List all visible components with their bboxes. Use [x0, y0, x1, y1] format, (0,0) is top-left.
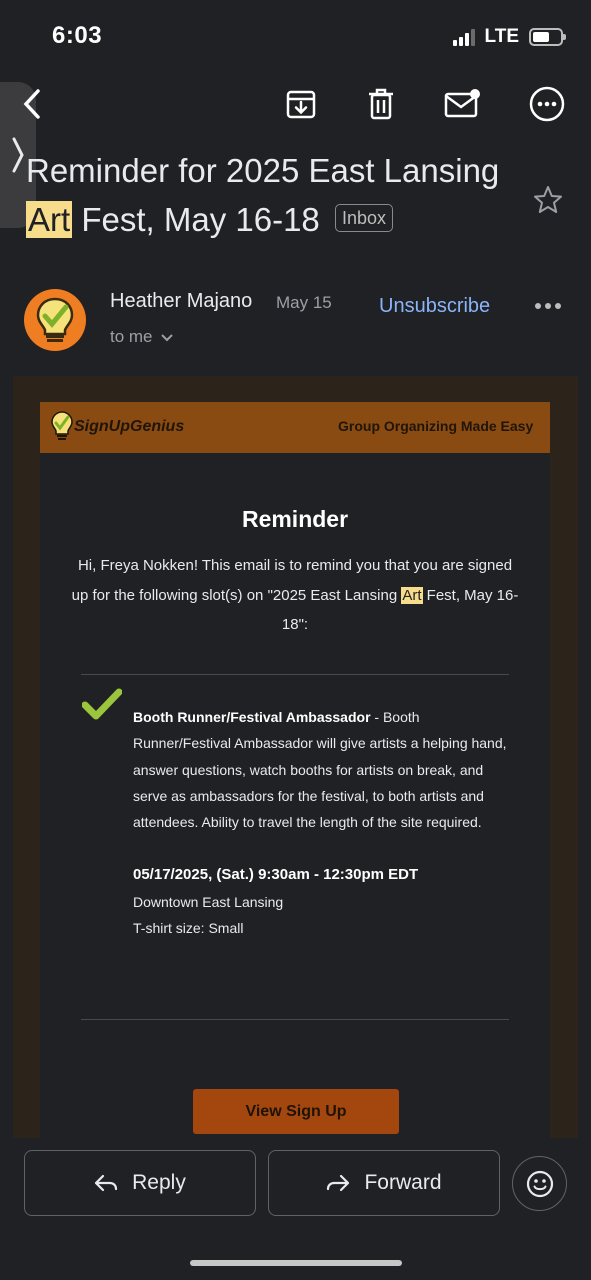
unsubscribe-link[interactable]: Unsubscribe: [379, 295, 490, 318]
mark-unread-icon: [444, 89, 480, 118]
back-chevron-icon: [23, 89, 40, 119]
more-options-icon: [529, 86, 565, 122]
emoji-reaction-button[interactable]: [512, 1156, 567, 1211]
lightbulb-logo-icon: [36, 297, 74, 342]
message-more-button[interactable]: [534, 295, 562, 322]
trash-icon: [369, 88, 393, 120]
forward-label: Forward: [364, 1171, 442, 1194]
subject-text-end: Fest, May 16-18: [72, 201, 320, 238]
reminder-intro: Hi, Freya Nokken! This email is to remin…: [70, 551, 520, 640]
status-indicators: LTE: [452, 26, 566, 48]
divider: [81, 1019, 509, 1020]
slot-tshirt-size: T-shirt size: Small: [133, 920, 244, 936]
signupgenius-logo-text: SignUpGenius: [74, 418, 185, 435]
star-button[interactable]: [532, 184, 564, 221]
forward-arrow-icon: [327, 1174, 350, 1192]
signal-icon: [452, 28, 475, 46]
subject-highlight: Art: [26, 201, 73, 238]
chevron-down-icon: [161, 334, 173, 342]
home-indicator[interactable]: [190, 1260, 402, 1266]
back-button[interactable]: [18, 84, 44, 124]
email-subject: Reminder for 2025 East Lansing Art Fest,…: [26, 146, 526, 244]
divider: [81, 674, 509, 675]
network-label: LTE: [484, 26, 519, 47]
reply-label: Reply: [132, 1171, 186, 1194]
brand-tagline: Group Organizing Made Easy: [338, 418, 534, 434]
star-icon: [534, 186, 562, 213]
battery-icon: [529, 28, 566, 46]
signupgenius-logo-icon: [51, 411, 73, 440]
intro-highlight: Art: [401, 586, 423, 604]
status-time: 6:03: [52, 22, 103, 49]
checkmark-icon: [82, 688, 122, 720]
view-signup-button[interactable]: View Sign Up: [193, 1089, 399, 1134]
sender-name[interactable]: Heather Majano: [110, 290, 252, 313]
slot-desc-text: - Booth Runner/Festival Ambassador will …: [133, 709, 507, 831]
more-options-button[interactable]: [527, 84, 567, 124]
slot-datetime: 05/17/2025, (Sat.) 9:30am - 12:30pm EDT: [133, 866, 419, 883]
slot-location: Downtown East Lansing: [133, 894, 284, 910]
recipient-details-toggle[interactable]: to me: [110, 327, 173, 347]
slot-description: Booth Runner/Festival Ambassador - Booth…: [133, 704, 513, 835]
inbox-label-chip[interactable]: Inbox: [334, 204, 393, 233]
email-date: May 15: [276, 293, 332, 312]
more-horizontal-icon: [535, 303, 561, 309]
archive-icon: [286, 90, 316, 119]
chevron-right-icon: [12, 137, 24, 173]
smiley-icon: [526, 1170, 553, 1197]
delete-button[interactable]: [361, 84, 401, 124]
subject-text: Reminder for 2025 East Lansing: [26, 152, 500, 189]
reply-arrow-icon: [95, 1174, 118, 1192]
reply-button[interactable]: Reply: [24, 1150, 256, 1216]
slot-title: Booth Runner/Festival Ambassador: [133, 709, 371, 725]
reminder-heading: Reminder: [241, 506, 349, 532]
recipient-label: to me: [110, 327, 153, 346]
mark-unread-button[interactable]: [443, 84, 483, 124]
forward-button[interactable]: Forward: [268, 1150, 500, 1216]
sender-avatar[interactable]: [24, 289, 86, 351]
archive-button[interactable]: [281, 84, 321, 124]
